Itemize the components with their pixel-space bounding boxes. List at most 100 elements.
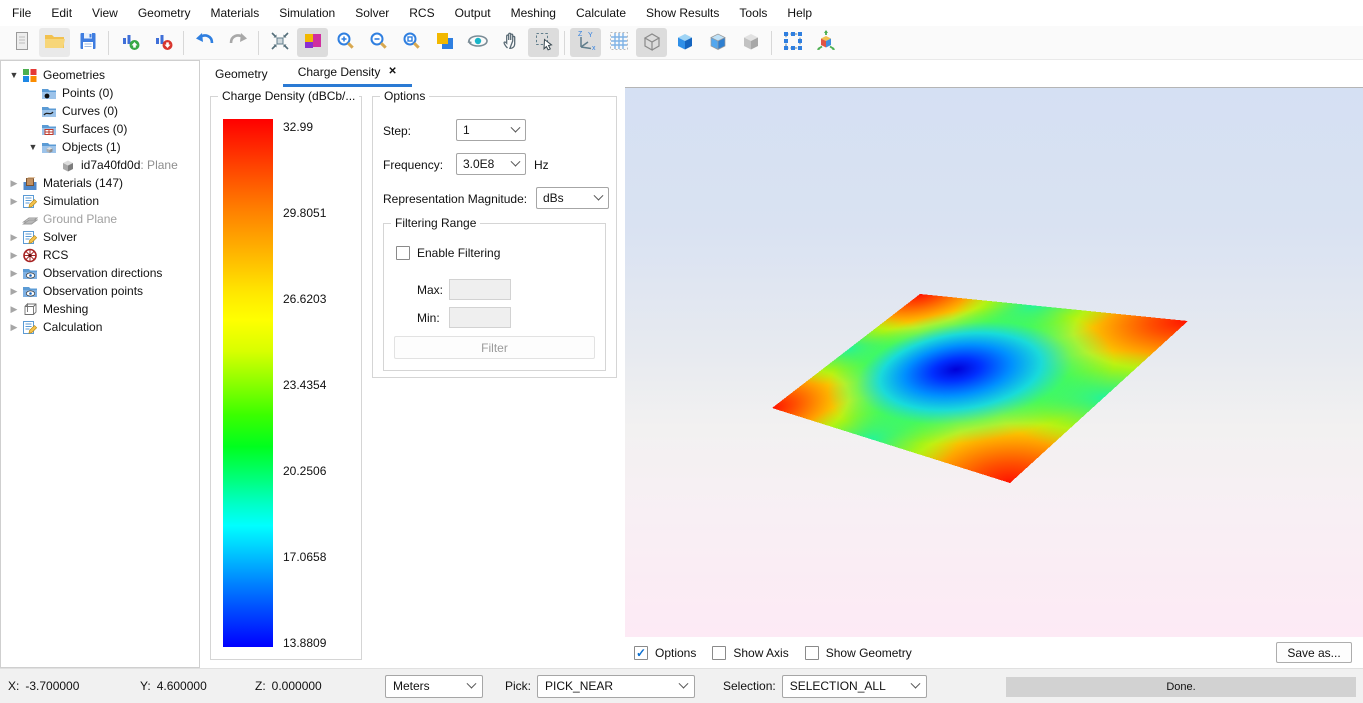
- menu-show-results[interactable]: Show Results: [636, 0, 729, 26]
- colorbar-tick: 13.8809: [283, 636, 326, 650]
- zoom-in-button[interactable]: [330, 28, 361, 57]
- tree-item-simulation[interactable]: ▶Simulation: [1, 192, 199, 210]
- export-results-button[interactable]: [147, 28, 178, 57]
- zoom-out-button[interactable]: [363, 28, 394, 57]
- orbit-button[interactable]: [462, 28, 493, 57]
- menu-rcs[interactable]: RCS: [399, 0, 444, 26]
- pan-button[interactable]: [495, 28, 526, 57]
- selection-dropdown[interactable]: SELECTION_ALL: [782, 675, 927, 698]
- menu-calculate[interactable]: Calculate: [566, 0, 636, 26]
- tree-item-surfaces[interactable]: ▶Surfaces (0): [1, 120, 199, 138]
- tree-item-calculation[interactable]: ▶Calculation: [1, 318, 199, 336]
- enable-filtering-checkbox[interactable]: [396, 246, 410, 260]
- expander-icon[interactable]: ▶: [6, 322, 22, 333]
- menu-output[interactable]: Output: [445, 0, 501, 26]
- save-icon: [77, 30, 99, 55]
- expander-icon[interactable]: ▶: [6, 250, 22, 261]
- expander-icon[interactable]: ▶: [6, 178, 22, 189]
- menu-tools[interactable]: Tools: [729, 0, 777, 26]
- tree-item-observation-points[interactable]: ▶Observation points: [1, 282, 199, 300]
- show-geometry-checkbox[interactable]: [805, 646, 819, 660]
- show-grid-button[interactable]: [603, 28, 634, 57]
- tab-geometry[interactable]: Geometry: [200, 60, 283, 87]
- frequency-dropdown[interactable]: 3.0E8: [456, 153, 526, 175]
- representation-magnitude-dropdown[interactable]: dBs: [536, 187, 609, 209]
- units-dropdown[interactable]: Meters: [385, 675, 483, 698]
- content-area: Geometry Charge Density✕ Charge Density …: [200, 60, 1363, 668]
- render-colored-button[interactable]: [297, 28, 328, 57]
- menu-help[interactable]: Help: [777, 0, 822, 26]
- chevron-down-icon: [679, 678, 689, 688]
- fit-view-button[interactable]: [264, 28, 295, 57]
- filtering-range-group: Filtering Range Enable Filtering Max: Mi…: [383, 223, 606, 371]
- selection-handles-icon: [781, 30, 805, 55]
- tab-charge-density[interactable]: Charge Density✕: [283, 60, 412, 87]
- min-input[interactable]: [449, 307, 511, 328]
- filter-button[interactable]: Filter: [394, 336, 595, 359]
- colorbar-panel: Charge Density (dBCb/... 32.99 29.8051 2…: [210, 96, 362, 660]
- charge-density-view: Charge Density (dBCb/... 32.99 29.8051 2…: [200, 87, 1363, 668]
- tree-item-curves[interactable]: ▶Curves (0): [1, 102, 199, 120]
- select-button[interactable]: [528, 28, 559, 57]
- menu-file[interactable]: File: [2, 0, 41, 26]
- menu-materials[interactable]: Materials: [201, 0, 270, 26]
- pick-dropdown[interactable]: PICK_NEAR: [537, 675, 695, 698]
- tree-item-materials[interactable]: ▶Materials (147): [1, 174, 199, 192]
- undo-button[interactable]: [189, 28, 220, 57]
- max-input[interactable]: [449, 279, 511, 300]
- expander-icon[interactable]: ▶: [6, 232, 22, 243]
- zoom-window-button[interactable]: [396, 28, 427, 57]
- tree-item-observation-directions[interactable]: ▶Observation directions: [1, 264, 199, 282]
- shaded-view-button[interactable]: [669, 28, 700, 57]
- orientation-cube-button[interactable]: [810, 28, 841, 57]
- toolbar-separator: [258, 31, 259, 55]
- expander-icon[interactable]: ▶: [6, 196, 22, 207]
- tree-item-objects[interactable]: ▼Objects (1): [1, 138, 199, 156]
- expander-icon[interactable]: ▼: [25, 142, 41, 152]
- tree-item-geometries[interactable]: ▼Geometries: [1, 66, 199, 84]
- save-button[interactable]: [72, 28, 103, 57]
- redo-button[interactable]: [222, 28, 253, 57]
- bring-to-front-button[interactable]: [429, 28, 460, 57]
- tree-item-meshing[interactable]: ▶Meshing: [1, 300, 199, 318]
- show-axes-button[interactable]: ZYx: [570, 28, 601, 57]
- 3d-viewport[interactable]: [625, 87, 1363, 637]
- expander-icon[interactable]: ▶: [6, 268, 22, 279]
- close-tab-icon[interactable]: ✕: [388, 67, 396, 77]
- selection-label: Selection:: [723, 679, 776, 693]
- tree-item-rcs[interactable]: ▶RCS: [1, 246, 199, 264]
- tree-item-points[interactable]: ▶Points (0): [1, 84, 199, 102]
- options-checkbox[interactable]: ✓: [634, 646, 648, 660]
- show-geometry-row: Show Geometry: [805, 646, 912, 660]
- open-folder-icon: [43, 30, 67, 55]
- shaded-edges-view-button[interactable]: [702, 28, 733, 57]
- expander-icon[interactable]: ▶: [6, 286, 22, 297]
- tree-item-ground-plane[interactable]: ▶Ground Plane: [1, 210, 199, 228]
- hidden-line-view-button[interactable]: [735, 28, 766, 57]
- step-dropdown[interactable]: 1: [456, 119, 526, 141]
- new-document-button[interactable]: [6, 28, 37, 57]
- open-project-button[interactable]: [39, 28, 70, 57]
- show-axis-checkbox[interactable]: [712, 646, 726, 660]
- tree-item-plane-object[interactable]: ▶id7a40fd0d : Plane: [1, 156, 199, 174]
- save-as-button[interactable]: Save as...: [1276, 642, 1352, 663]
- wireframe-view-button[interactable]: [636, 28, 667, 57]
- menu-edit[interactable]: Edit: [41, 0, 82, 26]
- selection-box-button[interactable]: [777, 28, 808, 57]
- chart-arrow-up-icon: [119, 30, 141, 55]
- menu-solver[interactable]: Solver: [345, 0, 399, 26]
- menu-meshing[interactable]: Meshing: [501, 0, 566, 26]
- colorbar-tick: 23.4354: [283, 378, 326, 392]
- menu-view[interactable]: View: [82, 0, 128, 26]
- tree-item-solver[interactable]: ▶Solver: [1, 228, 199, 246]
- expander-icon[interactable]: ▼: [6, 70, 22, 80]
- menu-simulation[interactable]: Simulation: [269, 0, 345, 26]
- colorbar-tick: 20.2506: [283, 464, 326, 478]
- objects-folder-icon: [41, 140, 58, 155]
- import-results-button[interactable]: [114, 28, 145, 57]
- menu-geometry[interactable]: Geometry: [128, 0, 201, 26]
- expander-icon[interactable]: ▶: [6, 304, 22, 315]
- chevron-down-icon: [511, 122, 521, 132]
- colored-cubes-icon: [302, 30, 324, 55]
- x-coordinate: X: -3.700000: [8, 669, 79, 703]
